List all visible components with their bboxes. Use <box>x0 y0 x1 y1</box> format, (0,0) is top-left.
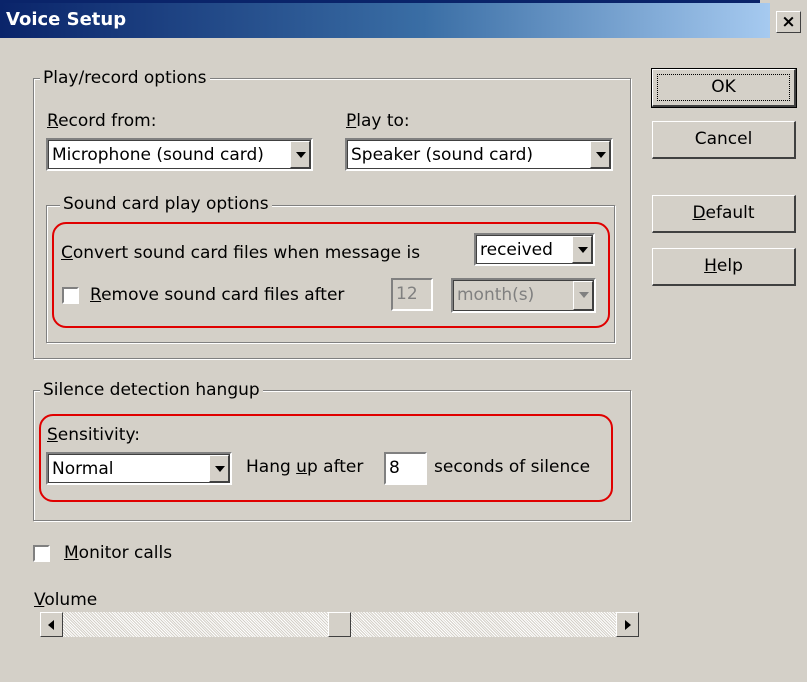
hang-up-seconds-field[interactable]: 8 <box>384 452 427 485</box>
seconds-of-silence-label: seconds of silence <box>434 457 591 477</box>
convert-when-value: received <box>480 240 553 260</box>
silence-legend: Silence detection hangup <box>40 380 263 400</box>
record-from-value: Microphone (sound card) <box>52 145 264 165</box>
monitor-calls-checkbox[interactable] <box>33 545 50 562</box>
help-button[interactable]: Help <box>652 248 796 286</box>
volume-slider[interactable] <box>40 612 639 637</box>
hang-up-label: Hang up after <box>246 457 364 477</box>
sensitivity-select[interactable]: Normal <box>46 452 232 485</box>
play-to-value: Speaker (sound card) <box>351 145 534 165</box>
convert-when-select[interactable]: received <box>474 233 595 266</box>
chevron-down-icon[interactable] <box>572 236 592 263</box>
default-button[interactable]: Default <box>652 195 796 233</box>
title-bar[interactable]: Voice Setup × <box>0 0 807 38</box>
sound-card-legend: Sound card play options <box>60 194 272 214</box>
remove-unit-value: month(s) <box>457 285 535 305</box>
sensitivity-value: Normal <box>52 459 114 479</box>
window-title: Voice Setup <box>6 9 127 30</box>
scroll-left-icon[interactable] <box>40 612 63 637</box>
help-label: Help <box>704 256 743 276</box>
ok-button[interactable]: OK <box>651 68 797 108</box>
cancel-label: Cancel <box>694 129 753 149</box>
play-record-legend: Play/record options <box>40 68 210 88</box>
play-to-select[interactable]: Speaker (sound card) <box>345 138 613 171</box>
play-to-label: Play to: <box>346 111 410 131</box>
volume-label: Volume <box>34 590 98 610</box>
close-icon[interactable]: × <box>776 11 801 33</box>
monitor-calls-label: Monitor calls <box>64 543 173 563</box>
sensitivity-label: Sensitivity: <box>47 425 140 445</box>
volume-thumb[interactable] <box>328 612 351 637</box>
chevron-down-icon[interactable] <box>209 455 229 482</box>
chevron-down-icon[interactable] <box>290 141 310 168</box>
scroll-right-icon[interactable] <box>616 612 639 637</box>
chevron-down-icon[interactable] <box>590 141 610 168</box>
cancel-button[interactable]: Cancel <box>652 121 796 159</box>
chevron-down-icon[interactable] <box>573 281 593 310</box>
remove-files-checkbox[interactable] <box>62 287 79 304</box>
record-from-select[interactable]: Microphone (sound card) <box>46 138 313 171</box>
remove-files-label: Remove sound card files after <box>90 285 345 305</box>
record-from-label: Record from: <box>47 111 157 131</box>
convert-label: Convert sound card files when message is <box>61 243 421 263</box>
remove-count-field[interactable]: 12 <box>391 278 433 311</box>
remove-unit-select[interactable]: month(s) <box>451 278 596 313</box>
default-label: Default <box>692 203 755 223</box>
focus-rect <box>657 74 790 101</box>
